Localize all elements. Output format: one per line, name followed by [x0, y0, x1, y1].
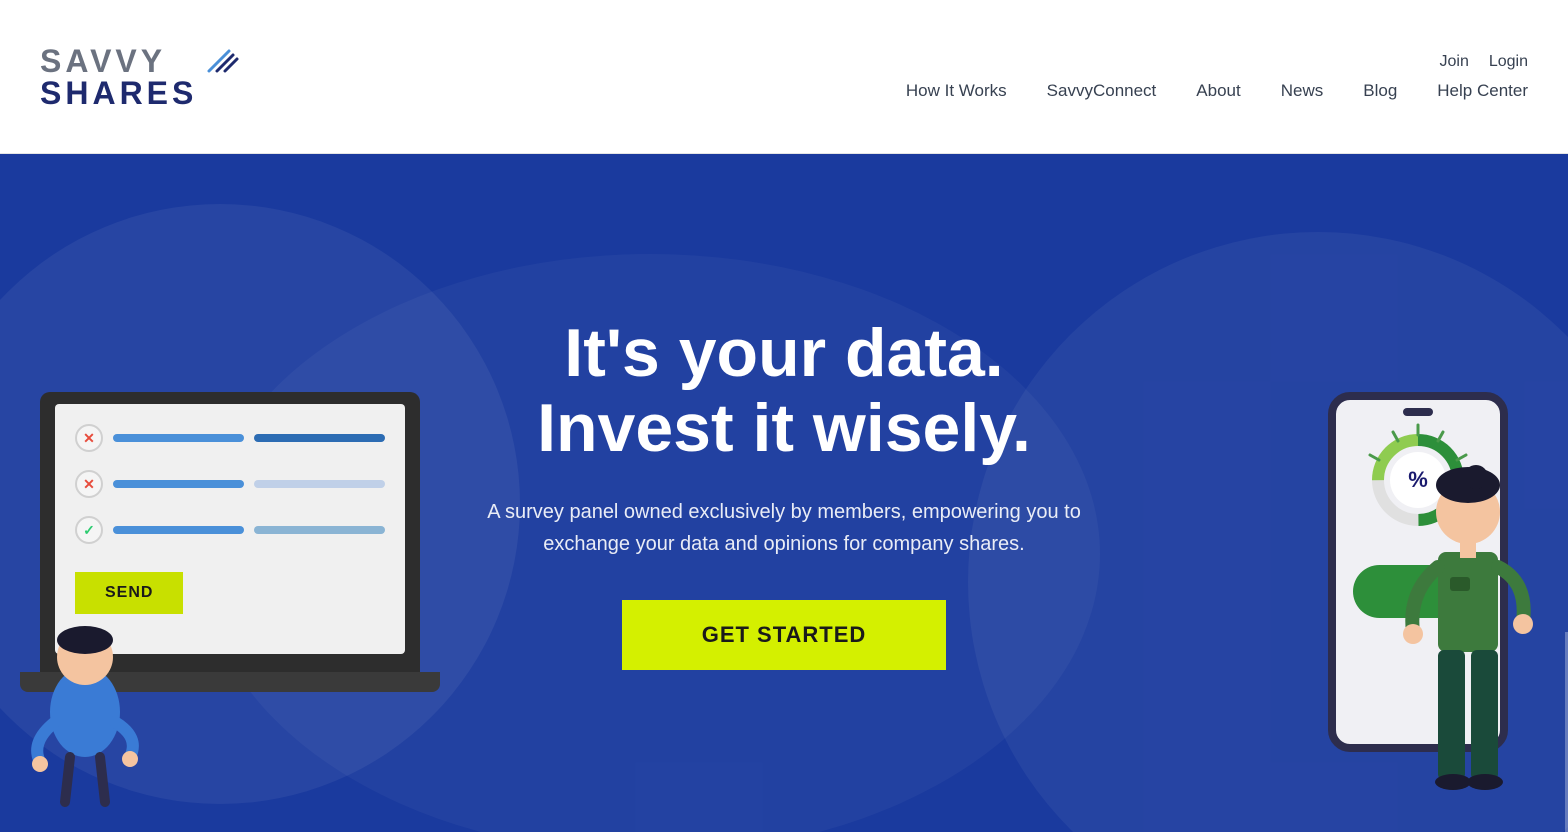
- nav-blog[interactable]: Blog: [1363, 81, 1397, 101]
- phone-illustration: % ✓: [1308, 312, 1528, 832]
- nav-links: How It Works SavvyConnect About News Blo…: [906, 81, 1528, 101]
- logo-arrow-icon: [201, 43, 241, 83]
- survey-item-3: ✓: [75, 516, 385, 544]
- hero-content: It's your data. Invest it wisely. A surv…: [434, 276, 1134, 710]
- nav-about[interactable]: About: [1196, 81, 1240, 101]
- nav-how-it-works[interactable]: How It Works: [906, 81, 1007, 101]
- survey-line-2b: [254, 480, 385, 488]
- nav-help-center[interactable]: Help Center: [1437, 81, 1528, 101]
- survey-line-1b: [254, 434, 385, 442]
- survey-line-2a: [113, 480, 244, 488]
- hero-title-line1: It's your data.: [564, 315, 1003, 391]
- login-link[interactable]: Login: [1489, 53, 1528, 71]
- hero-subtitle: A survey panel owned exclusively by memb…: [454, 496, 1114, 560]
- person-right-illustration: [1398, 392, 1538, 832]
- logo[interactable]: SAVVY SHARES: [40, 43, 241, 111]
- hero-section: ✕ ✕ ✓ SEND: [0, 154, 1568, 832]
- survey-line-3a: [113, 526, 244, 534]
- site-header: SAVVY SHARES Join Login How It Works Sav…: [0, 0, 1568, 154]
- get-started-button[interactable]: GET STARTED: [622, 600, 947, 670]
- logo-shares: SHARES: [40, 77, 197, 109]
- person-left-illustration: [20, 592, 150, 812]
- survey-item-1: ✕: [75, 424, 385, 452]
- logo-savvy: SAVVY: [40, 45, 197, 77]
- survey-line-3b: [254, 526, 385, 534]
- survey-icon-x-1: ✕: [75, 424, 103, 452]
- survey-item-2: ✕: [75, 470, 385, 498]
- nav-savvy-connect[interactable]: SavvyConnect: [1047, 81, 1157, 101]
- join-link[interactable]: Join: [1439, 53, 1468, 71]
- hero-title-line2: Invest it wisely.: [537, 390, 1031, 466]
- main-nav: Join Login How It Works SavvyConnect Abo…: [906, 53, 1528, 101]
- nav-news[interactable]: News: [1281, 81, 1324, 101]
- survey-icon-check-1: ✓: [75, 516, 103, 544]
- top-auth-links: Join Login: [1439, 53, 1528, 71]
- hero-title: It's your data. Invest it wisely.: [454, 316, 1114, 466]
- laptop-illustration: ✕ ✕ ✓ SEND: [20, 332, 440, 832]
- survey-line-1a: [113, 434, 244, 442]
- survey-icon-x-2: ✕: [75, 470, 103, 498]
- logo-text: SAVVY SHARES: [40, 45, 197, 109]
